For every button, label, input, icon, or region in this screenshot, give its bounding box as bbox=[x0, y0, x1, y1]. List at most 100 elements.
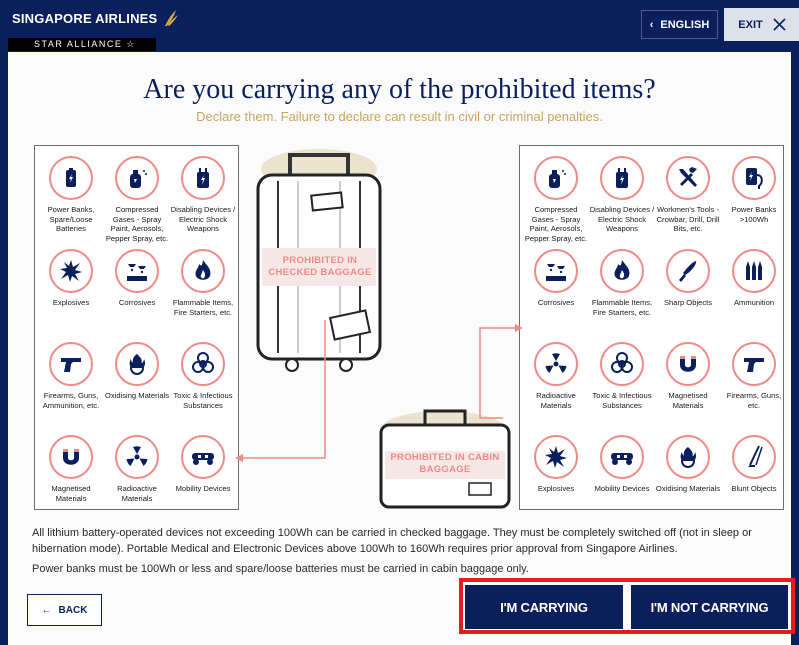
cabin-item-label: Toxic & Infectious Substances bbox=[592, 391, 652, 410]
airline-logo: SINGAPORE AIRLINES bbox=[12, 8, 180, 28]
cabin-item-label: Corrosives bbox=[537, 298, 575, 307]
checked-item: Firearms, Guns, Ammunition, etc. bbox=[38, 342, 104, 410]
close-icon bbox=[773, 18, 786, 31]
page-subtitle: Declare them. Failure to declare can res… bbox=[196, 109, 603, 124]
checked-item-label: Magnetised Materials bbox=[51, 484, 91, 503]
checked-item: Oxidising Materials bbox=[104, 342, 170, 401]
flame-icon bbox=[181, 249, 225, 293]
cabin-item: Firearms, Guns, etc. bbox=[721, 342, 787, 410]
cabin-item: Toxic & Infectious Substances bbox=[589, 342, 655, 410]
page-title: Are you carrying any of the prohibited i… bbox=[143, 74, 656, 105]
lithium-battery-info: All lithium battery-operated devices not… bbox=[32, 527, 752, 555]
cabin-item: Disabling Devices / Electric Shock Weapo… bbox=[589, 156, 655, 234]
checked-item: Magnetised Materials bbox=[38, 435, 104, 503]
cabin-item: Flammable Items, Fire Starters, etc. bbox=[589, 249, 655, 317]
checked-item: Disabling Devices / Electric Shock Weapo… bbox=[170, 156, 236, 234]
checked-item: Corrosives bbox=[104, 249, 170, 308]
cabin-item: Magnetised Materials bbox=[655, 342, 721, 410]
checked-item: Explosives bbox=[38, 249, 104, 308]
checked-item-label: Oxidising Materials bbox=[104, 391, 170, 400]
cabin-item: Blunt Objects bbox=[721, 435, 787, 494]
explosion-icon bbox=[49, 249, 93, 293]
gun-icon bbox=[49, 342, 93, 386]
brand-name: SINGAPORE AIRLINES bbox=[12, 10, 158, 26]
radioactive-icon bbox=[534, 342, 578, 386]
cabin-item: Compressed Gases - Spray Paint, Aerosols… bbox=[523, 156, 589, 243]
star-alliance-label: STAR ALLIANCE ☆ bbox=[8, 38, 156, 51]
cabin-item: Power Banks >100Wh bbox=[721, 156, 787, 224]
checked-item: Toxic & Infectious Substances bbox=[170, 342, 236, 410]
checked-item-label: Firearms, Guns, Ammunition, etc. bbox=[42, 391, 100, 410]
cabin-item-label: Disabling Devices / Electric Shock Weapo… bbox=[589, 205, 655, 234]
checked-item-label: Toxic & Infectious Substances bbox=[173, 391, 233, 410]
checked-item: Radioactive Materials bbox=[104, 435, 170, 503]
knife-icon bbox=[666, 249, 710, 293]
shock-weapon-icon bbox=[181, 156, 225, 200]
checked-item-label: Explosives bbox=[52, 298, 90, 307]
cabin-item-label: Blunt Objects bbox=[731, 484, 777, 493]
cabin-item-label: Workmen's Tools - Crowbar, Drill, Drill … bbox=[656, 205, 720, 234]
arrow-left-icon: ← bbox=[41, 604, 52, 616]
hoverboard-icon bbox=[600, 435, 644, 479]
oxidiser-icon bbox=[666, 435, 710, 479]
checked-item-label: Flammable Items, Fire Starters, etc. bbox=[172, 298, 234, 317]
cabin-item: Explosives bbox=[523, 435, 589, 494]
checked-item: Power Banks, Spare/Loose Batteries bbox=[38, 156, 104, 234]
back-button[interactable]: ← BACK bbox=[27, 594, 102, 626]
language-label: ENGLISH bbox=[660, 18, 710, 31]
checked-item-label: Disabling Devices / Electric Shock Weapo… bbox=[170, 205, 236, 234]
corrosive-icon bbox=[115, 249, 159, 293]
checked-item-label: Compressed Gases - Spray Paint, Aerosols… bbox=[105, 205, 169, 243]
cabin-item: Mobility Devices bbox=[589, 435, 655, 494]
hoverboard-icon bbox=[181, 435, 225, 479]
im-not-carrying-button[interactable]: I'M NOT CARRYING bbox=[631, 585, 788, 629]
biohazard-icon bbox=[600, 342, 644, 386]
checked-item-label: Power Banks, Spare/Loose Batteries bbox=[47, 205, 95, 234]
checked-item: Compressed Gases - Spray Paint, Aerosols… bbox=[104, 156, 170, 243]
cabin-item-label: Ammunition bbox=[733, 298, 775, 307]
magnet-icon bbox=[49, 435, 93, 479]
cabin-item-label: Power Banks >100Wh bbox=[731, 205, 777, 224]
explosion-icon bbox=[534, 435, 578, 479]
checked-item: Mobility Devices bbox=[170, 435, 236, 494]
flame-icon bbox=[600, 249, 644, 293]
tools-icon bbox=[666, 156, 710, 200]
golf-club-icon bbox=[732, 435, 776, 479]
connector-arrows bbox=[235, 320, 523, 462]
cabin-item: Corrosives bbox=[523, 249, 589, 308]
power-bank-info: Power banks must be 100Wh or less and sp… bbox=[32, 563, 529, 575]
exit-label: EXIT bbox=[738, 18, 763, 31]
oxidiser-icon bbox=[115, 342, 159, 386]
battery-icon bbox=[49, 156, 93, 200]
gun-icon bbox=[732, 342, 776, 386]
im-carrying-button[interactable]: I'M CARRYING bbox=[465, 585, 623, 629]
cabin-item-label: Compressed Gases - Spray Paint, Aerosols… bbox=[524, 205, 588, 243]
cabin-item: Oxidising Materials bbox=[655, 435, 721, 494]
magnet-icon bbox=[666, 342, 710, 386]
power-bank-icon bbox=[732, 156, 776, 200]
cabin-item: Sharp Objects bbox=[655, 249, 721, 308]
cabin-item-label: Firearms, Guns, etc. bbox=[726, 391, 782, 410]
checked-item-label: Mobility Devices bbox=[175, 484, 231, 493]
checked-item: Flammable Items, Fire Starters, etc. bbox=[170, 249, 236, 317]
checked-item-label: Radioactive Materials bbox=[117, 484, 157, 503]
cabin-item-label: Sharp Objects bbox=[663, 298, 713, 307]
cabin-item-label: Explosives bbox=[537, 484, 575, 493]
cabin-item-label: Flammable Items, Fire Starters, etc. bbox=[591, 298, 653, 317]
shock-weapon-icon bbox=[600, 156, 644, 200]
biohazard-icon bbox=[181, 342, 225, 386]
cabin-item: Ammunition bbox=[721, 249, 787, 308]
cabin-item-label: Radioactive Materials bbox=[536, 391, 576, 410]
cabin-item-label: Oxidising Materials bbox=[655, 484, 721, 493]
bird-logo-icon bbox=[165, 10, 179, 26]
exit-button[interactable]: EXIT bbox=[724, 8, 799, 41]
corrosive-icon bbox=[534, 249, 578, 293]
radioactive-icon bbox=[115, 435, 159, 479]
cabin-item-label: Mobility Devices bbox=[594, 484, 650, 493]
cabin-item-label: Magnetised Materials bbox=[668, 391, 708, 410]
back-label: BACK bbox=[58, 604, 88, 616]
language-button[interactable]: ‹ ENGLISH bbox=[641, 10, 718, 39]
spray-can-icon bbox=[534, 156, 578, 200]
chevron-left-icon: ‹ bbox=[649, 18, 654, 31]
spray-can-icon bbox=[115, 156, 159, 200]
